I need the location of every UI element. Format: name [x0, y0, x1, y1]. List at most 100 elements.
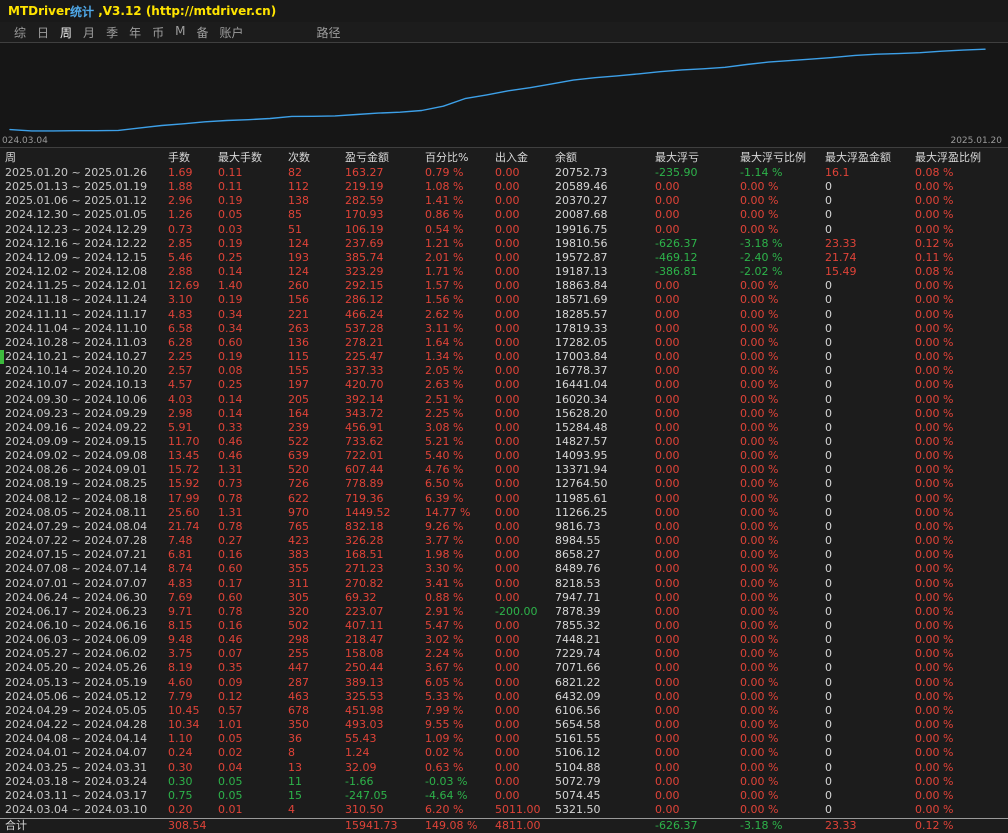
- table-row[interactable]: 2024.11.18 ~ 2024.11.24 3.10 0.19 156 286.12…: [0, 293, 1008, 307]
- cell-max-float-loss: 0.00: [655, 760, 680, 774]
- table-row[interactable]: 2024.03.18 ~ 2024.03.24 0.30 0.05 11 -1.66 -0…: [0, 775, 1008, 789]
- column-header-max-float-loss[interactable]: 最大浮亏: [655, 150, 740, 166]
- table-row[interactable]: 2024.03.25 ~ 2024.03.31 0.30 0.04 13 32.09 0.…: [0, 761, 1008, 775]
- table-row[interactable]: 2024.11.04 ~ 2024.11.10 6.58 0.34 263 537.28…: [0, 322, 1008, 336]
- cell-max-float-loss: 0.00: [655, 477, 680, 491]
- table-row[interactable]: 2024.08.05 ~ 2024.08.11 25.60 1.31 970 1449.…: [0, 506, 1008, 520]
- menu-item-账户[interactable]: 账户: [219, 24, 243, 41]
- menu-item-年[interactable]: 年: [129, 24, 141, 41]
- cell-max-float-loss: -469.12: [655, 250, 698, 264]
- table-row[interactable]: 2024.06.17 ~ 2024.06.23 9.71 0.78 320 223.07…: [0, 605, 1008, 619]
- cell-max-lots: 0.17: [218, 576, 243, 590]
- table-row[interactable]: 2024.09.30 ~ 2024.10.06 4.03 0.14 205 392.14…: [0, 393, 1008, 407]
- column-header-cash-flow[interactable]: 出入金: [495, 150, 555, 166]
- column-header-pnl-percent[interactable]: 百分比%: [425, 150, 495, 166]
- cell-max-float-profit: 0: [825, 576, 832, 590]
- table-row[interactable]: 2024.12.23 ~ 2024.12.29 0.73 0.03 51 106.19 0…: [0, 223, 1008, 237]
- table-row[interactable]: 2024.06.03 ~ 2024.06.09 9.48 0.46 298 218.47…: [0, 633, 1008, 647]
- cell-week-period: 2024.03.04 ~ 2024.03.10: [5, 803, 148, 817]
- table-row[interactable]: 2024.07.29 ~ 2024.08.04 21.74 0.78 765 832.1…: [0, 520, 1008, 534]
- menu-item-path[interactable]: 路径: [317, 24, 341, 41]
- table-row[interactable]: 2024.07.08 ~ 2024.07.14 8.74 0.60 355 271.23…: [0, 562, 1008, 576]
- table-row[interactable]: 2025.01.13 ~ 2025.01.19 1.88 0.11 112 219.19…: [0, 180, 1008, 194]
- cell-cash-flow: 0.00: [495, 675, 520, 689]
- cell-trade-count: 305: [288, 590, 309, 604]
- table-row[interactable]: 2024.11.25 ~ 2024.12.01 12.69 1.40 260 292.1…: [0, 279, 1008, 293]
- table-row[interactable]: 2024.11.11 ~ 2024.11.17 4.83 0.34 221 466.24…: [0, 308, 1008, 322]
- cell-lots: 0.75: [168, 788, 193, 802]
- table-row[interactable]: 2024.12.16 ~ 2024.12.22 2.85 0.19 124 237.69…: [0, 237, 1008, 251]
- table-row[interactable]: 2024.03.11 ~ 2024.03.17 0.75 0.05 15 -247.05…: [0, 789, 1008, 803]
- table-row[interactable]: 2024.10.07 ~ 2024.10.13 4.57 0.25 197 420.70…: [0, 378, 1008, 392]
- table-row[interactable]: 2024.04.22 ~ 2024.04.28 10.34 1.01 350 493.0…: [0, 718, 1008, 732]
- table-row[interactable]: 2024.08.12 ~ 2024.08.18 17.99 0.78 622 719.3…: [0, 492, 1008, 506]
- table-row[interactable]: 2024.12.09 ~ 2024.12.15 5.46 0.25 193 385.74…: [0, 251, 1008, 265]
- column-header-max-float-loss-pct[interactable]: 最大浮亏比例: [740, 150, 825, 166]
- table-row[interactable]: 2024.10.21 ~ 2024.10.27 2.25 0.19 115 225.47…: [0, 350, 1008, 364]
- cell-pnl-amount: 420.70: [345, 378, 384, 392]
- column-header-balance[interactable]: 余额: [555, 150, 655, 166]
- column-header-week-period[interactable]: 周: [5, 150, 168, 166]
- menu-item-币[interactable]: 币: [152, 24, 164, 41]
- table-row[interactable]: 2024.05.13 ~ 2024.05.19 4.60 0.09 287 389.13…: [0, 676, 1008, 690]
- table-row[interactable]: 2024.04.29 ~ 2024.05.05 10.45 0.57 678 451.9…: [0, 704, 1008, 718]
- cell-pnl-amount: 778.89: [345, 477, 384, 491]
- cell-pnl-amount: 325.53: [345, 689, 384, 703]
- table-row[interactable]: 2024.09.23 ~ 2024.09.29 2.98 0.14 164 343.72…: [0, 407, 1008, 421]
- menu-item-季[interactable]: 季: [106, 24, 118, 41]
- cell-max-lots: 0.19: [218, 194, 243, 208]
- table-row[interactable]: 2024.05.27 ~ 2024.06.02 3.75 0.07 255 158.08…: [0, 647, 1008, 661]
- cell-cash-flow: 0.00: [495, 647, 520, 661]
- cell-pnl-percent: 3.30 %: [425, 562, 464, 576]
- cell-pnl-amount: 310.50: [345, 803, 384, 817]
- menu-item-周[interactable]: 周: [60, 24, 72, 41]
- cell-balance: 16441.04: [555, 378, 608, 392]
- table-row[interactable]: 2024.10.14 ~ 2024.10.20 2.57 0.08 155 337.33…: [0, 364, 1008, 378]
- table-row[interactable]: 2024.06.24 ~ 2024.06.30 7.69 0.60 305 69.32 0…: [0, 591, 1008, 605]
- table-row[interactable]: 2024.09.09 ~ 2024.09.15 11.70 0.46 522 733.6…: [0, 435, 1008, 449]
- menu-item-日[interactable]: 日: [37, 24, 49, 41]
- table-row[interactable]: 2024.05.06 ~ 2024.05.12 7.79 0.12 463 325.53…: [0, 690, 1008, 704]
- column-header-max-lots[interactable]: 最大手数: [218, 150, 288, 166]
- table-row[interactable]: 2024.07.15 ~ 2024.07.21 6.81 0.16 383 168.51…: [0, 548, 1008, 562]
- cell-max-lots: 0.73: [218, 477, 243, 491]
- table-row[interactable]: 2024.04.08 ~ 2024.04.14 1.10 0.05 36 55.43 1.…: [0, 732, 1008, 746]
- column-header-trade-count[interactable]: 次数: [288, 150, 345, 166]
- cell-trade-count: 36: [288, 732, 302, 746]
- cell-max-float-loss-pct: 0.00 %: [740, 335, 779, 349]
- table-row[interactable]: 2025.01.20 ~ 2025.01.26 1.69 0.11 82 163.27 0…: [0, 166, 1008, 180]
- cell-balance: 18863.84: [555, 279, 608, 293]
- cell-pnl-percent: 0.54 %: [425, 222, 464, 236]
- column-header-pnl-amount[interactable]: 盈亏金额: [345, 150, 425, 166]
- column-header-max-float-profit-pct[interactable]: 最大浮盈比例: [915, 150, 1008, 166]
- table-row[interactable]: 2025.01.06 ~ 2025.01.12 2.96 0.19 138 282.59…: [0, 194, 1008, 208]
- cell-lots: 12.69: [168, 279, 200, 293]
- column-header-lots[interactable]: 手数: [168, 150, 218, 166]
- table-row[interactable]: 2024.05.20 ~ 2024.05.26 8.19 0.35 447 250.44…: [0, 661, 1008, 675]
- table-row[interactable]: 2024.12.02 ~ 2024.12.08 2.88 0.14 124 323.29…: [0, 265, 1008, 279]
- cell-max-float-profit: 0: [825, 420, 832, 434]
- menu-item-备[interactable]: 备: [196, 24, 208, 41]
- table-row[interactable]: 2024.07.01 ~ 2024.07.07 4.83 0.17 311 270.82…: [0, 577, 1008, 591]
- table-row[interactable]: 2024.08.19 ~ 2024.08.25 15.92 0.73 726 778.8…: [0, 477, 1008, 491]
- menu-item-月[interactable]: 月: [83, 24, 95, 41]
- cell-week-period: 2024.05.27 ~ 2024.06.02: [5, 647, 148, 661]
- table-row[interactable]: 2024.04.01 ~ 2024.04.07 0.24 0.02 8 1.24 0.02…: [0, 746, 1008, 760]
- menu-item-综[interactable]: 综: [14, 24, 26, 41]
- table-row[interactable]: 2024.07.22 ~ 2024.07.28 7.48 0.27 423 326.28…: [0, 534, 1008, 548]
- menu-item-M[interactable]: M: [175, 24, 185, 41]
- table-row[interactable]: 2024.09.02 ~ 2024.09.08 13.45 0.46 639 722.0…: [0, 449, 1008, 463]
- table-row[interactable]: 2024.03.04 ~ 2024.03.10 0.20 0.01 4 310.50 6.…: [0, 803, 1008, 817]
- table-row[interactable]: 2024.06.10 ~ 2024.06.16 8.15 0.16 502 407.11…: [0, 619, 1008, 633]
- cell-lots: 7.79: [168, 689, 193, 703]
- table-row[interactable]: 2024.08.26 ~ 2024.09.01 15.72 1.31 520 607.4…: [0, 463, 1008, 477]
- table-row[interactable]: 2024.10.28 ~ 2024.11.03 6.28 0.60 136 278.21…: [0, 336, 1008, 350]
- cell-max-float-loss-pct: 0.00 %: [740, 548, 779, 562]
- column-header-max-float-profit[interactable]: 最大浮盈金额: [825, 150, 915, 166]
- table-row[interactable]: 2024.12.30 ~ 2025.01.05 1.26 0.05 85 170.93 0…: [0, 208, 1008, 222]
- cell-trade-count: 350: [288, 718, 309, 732]
- cell-week-period: 2024.04.22 ~ 2024.04.28: [5, 718, 148, 732]
- cell-balance: 7448.21: [555, 633, 601, 647]
- table-row[interactable]: 2024.09.16 ~ 2024.09.22 5.91 0.33 239 456.91…: [0, 421, 1008, 435]
- cell-lots: 10.45: [168, 703, 200, 717]
